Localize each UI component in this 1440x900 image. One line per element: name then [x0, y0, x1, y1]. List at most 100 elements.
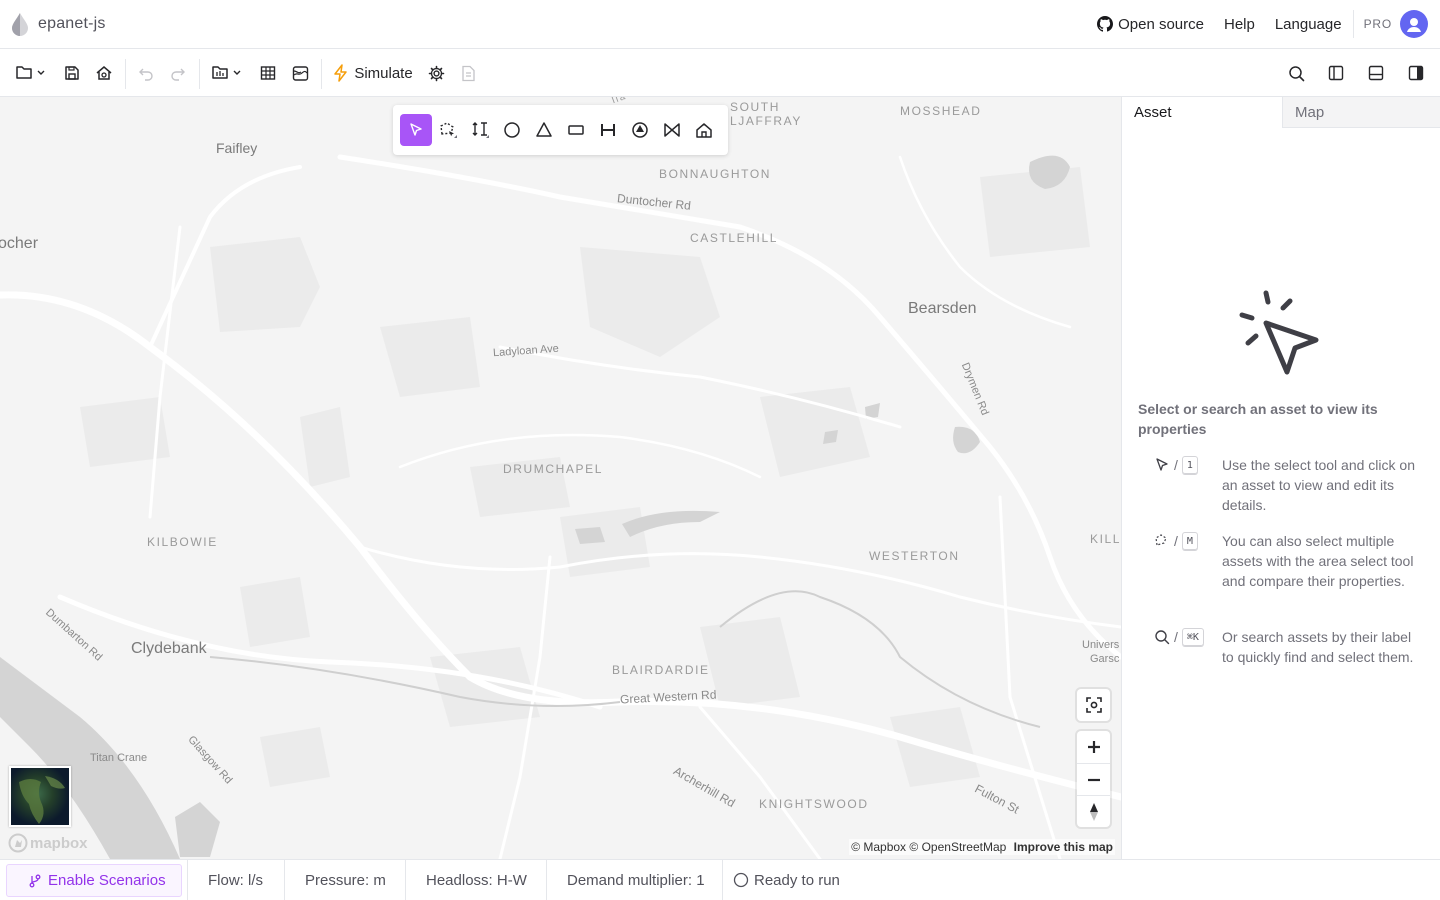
undo-icon [139, 68, 153, 81]
toggle-bottom-panel-button[interactable] [1366, 61, 1386, 85]
zoom-in-button[interactable] [1077, 731, 1110, 763]
improve-map-link[interactable]: Improve this map [1014, 840, 1113, 854]
open-source-link[interactable]: Open source [1097, 16, 1204, 33]
toggle-left-panel-button[interactable] [1326, 61, 1346, 85]
customer-point-tool-button[interactable] [688, 114, 720, 146]
hint-select-tool: / 1 Use the select tool and click on an … [1154, 455, 1424, 515]
map-label-castlehill: CASTLEHILL [690, 231, 779, 245]
map-canvas[interactable]: Faifley ocher lia SOUTH LJAFFRAY MOSSHEA… [0, 97, 1121, 859]
map-label-kilbowie: KILBOWIE [147, 535, 218, 549]
move-vertical-icon [472, 122, 489, 138]
focus-icon [1085, 697, 1102, 713]
zoom-to-fit-button[interactable] [1077, 689, 1110, 721]
map-label-kill: KILL [1090, 532, 1121, 546]
toolbar-divider [321, 59, 322, 89]
headloss-formula-selector[interactable]: Headloss: H-W [405, 860, 546, 900]
help-label: Help [1223, 15, 1255, 33]
undo-button[interactable] [137, 61, 155, 85]
header-divider [1352, 10, 1354, 38]
branch-icon [29, 874, 41, 887]
map-label-ocher: ocher [0, 235, 39, 252]
map-label-faifley: Faifley [216, 140, 258, 156]
github-icon [1097, 16, 1114, 32]
map-label-univers: Univers [1082, 639, 1120, 651]
user-avatar[interactable] [1400, 10, 1428, 38]
reset-bearing-button[interactable] [1077, 795, 1110, 827]
pump-tool-button[interactable] [624, 114, 656, 146]
empty-state-title: Select or search an asset to view its pr… [1138, 401, 1378, 437]
simulate-button[interactable]: Simulate [333, 61, 413, 85]
redo-icon [171, 68, 185, 81]
pipe-icon [601, 124, 615, 136]
folder-icon [16, 66, 45, 79]
enable-scenarios-label: Enable Scenarios [48, 872, 166, 889]
toggle-right-panel-button[interactable] [1406, 61, 1426, 85]
valve-icon [664, 123, 680, 137]
map-label-clydebank: Clydebank [131, 640, 207, 657]
simulation-settings-button[interactable] [426, 61, 446, 85]
minimap-globe[interactable] [9, 766, 71, 827]
map-label-blairdardie: BLAIRDARDIE [612, 663, 710, 677]
map-label-westerton: WESTERTON [869, 549, 960, 563]
map-label-drumchapel: DRUMCHAPEL [503, 462, 604, 476]
open-file-button[interactable] [14, 61, 48, 85]
right-panel-icon [1408, 65, 1424, 81]
help-link[interactable]: Help [1224, 16, 1255, 33]
save-button[interactable] [62, 61, 82, 85]
language-menu[interactable]: Language [1275, 16, 1342, 33]
asset-panel: Asset Map Select or search an asset to v… [1121, 97, 1440, 859]
panel-tabs: Asset Map [1122, 97, 1440, 128]
simulation-status-label: Ready to run [754, 871, 840, 889]
pipe-tool-button[interactable] [592, 114, 624, 146]
zoom-out-button[interactable] [1077, 763, 1110, 795]
map-label-bearsden: Bearsden [908, 300, 977, 317]
pressure-units-selector[interactable]: Pressure: m [284, 860, 405, 900]
flow-units-selector[interactable]: Flow: l/s [187, 860, 284, 900]
left-panel-icon [1328, 65, 1344, 81]
tab-asset[interactable]: Asset [1122, 97, 1282, 128]
map-layers-button[interactable] [290, 61, 310, 85]
pump-icon [632, 122, 648, 138]
redo-button[interactable] [169, 61, 187, 85]
tank-rectangle-icon [568, 125, 584, 135]
valve-tool-button[interactable] [656, 114, 688, 146]
report-icon [461, 65, 475, 81]
water-drop-icon [12, 13, 28, 36]
junction-tool-button[interactable] [496, 114, 528, 146]
demand-multiplier-selector[interactable]: Demand multiplier: 1 [546, 860, 722, 900]
tab-map[interactable]: Map [1282, 97, 1440, 128]
move-tool-button[interactable] [464, 114, 496, 146]
map-label-mosshead: MOSSHEAD [900, 104, 982, 118]
cursor-icon [410, 123, 422, 136]
enable-scenarios-button[interactable]: Enable Scenarios [6, 864, 182, 897]
locate-control [1077, 689, 1110, 721]
attribution-osm-link[interactable]: © OpenStreetMap [909, 840, 1006, 854]
table-icon [260, 66, 276, 80]
attribution-mapbox-link[interactable]: © Mapbox [851, 840, 906, 854]
save-as-button[interactable] [94, 61, 114, 85]
reservoir-tool-button[interactable] [528, 114, 560, 146]
tank-tool-button[interactable] [560, 114, 592, 146]
import-icon [212, 66, 241, 79]
hint-text: Use the select tool and click on an asse… [1222, 457, 1415, 513]
plan-badge: PRO [1363, 17, 1392, 31]
search-button[interactable] [1286, 61, 1306, 85]
hint-search: / ⌘K Or search assets by their label to … [1154, 627, 1424, 667]
app-logo[interactable]: epanet-js [10, 12, 106, 36]
user-icon [1407, 18, 1421, 32]
report-button[interactable] [458, 61, 478, 85]
map-label-knightswood: KNIGHTSWOOD [759, 797, 869, 811]
simulation-status[interactable]: Ready to run [722, 860, 922, 900]
toolbar-divider [125, 59, 126, 89]
select-tool-button[interactable] [400, 114, 432, 146]
simulate-label: Simulate [354, 64, 413, 82]
mapbox-mark-icon [8, 833, 28, 853]
lightning-icon [334, 64, 348, 82]
data-table-button[interactable] [258, 61, 278, 85]
mapbox-logo[interactable]: mapbox [8, 833, 88, 853]
map-layers-icon [292, 65, 308, 81]
import-menu-button[interactable] [210, 61, 244, 85]
area-select-tool-button[interactable] [432, 114, 464, 146]
drawing-toolbar [393, 105, 728, 155]
hint-separator: / [1174, 457, 1178, 473]
